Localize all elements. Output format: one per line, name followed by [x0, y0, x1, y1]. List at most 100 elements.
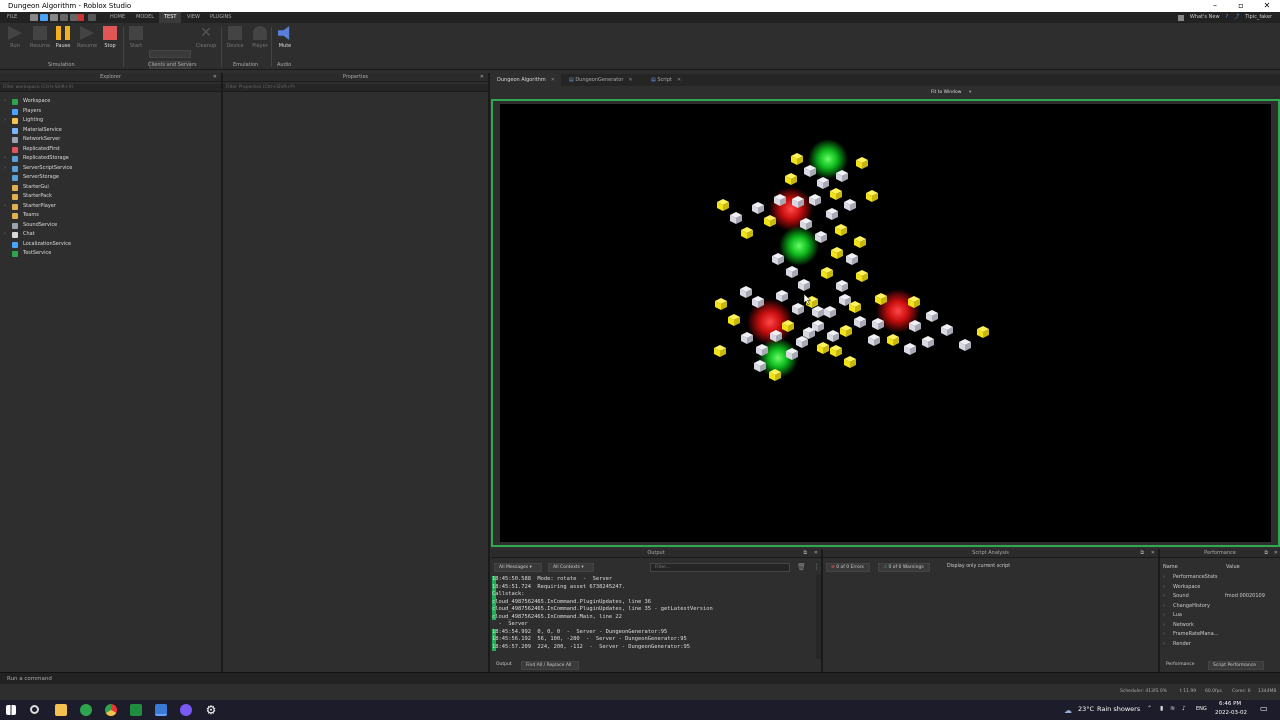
explorer-item[interactable]: › Lighting [0, 116, 221, 126]
menu-model[interactable]: MODEL [131, 12, 159, 23]
undo-icon[interactable] [88, 14, 96, 21]
notifications-icon[interactable]: ▭ [1260, 704, 1268, 713]
resume-button[interactable]: Resume [76, 26, 98, 49]
menu-file[interactable]: FILE [2, 12, 22, 23]
volume-icon[interactable]: ♪ [1182, 705, 1186, 712]
explorer-item[interactable]: StarterGui [0, 183, 221, 193]
username[interactable]: Tipic_faker [1245, 12, 1272, 23]
explorer-item[interactable]: ReplicatedFirst [0, 145, 221, 155]
pause-button[interactable]: Pause [52, 26, 74, 49]
maximize-button[interactable]: ▫ [1228, 0, 1254, 12]
menu-home[interactable]: HOME [105, 12, 130, 23]
explorer-item[interactable]: MaterialService [0, 126, 221, 136]
chrome-icon[interactable] [105, 704, 117, 716]
menu-test[interactable]: TEST [159, 12, 182, 23]
share-icon[interactable]: ⤴ [1234, 12, 1239, 23]
properties-filter[interactable]: Filter Properties (Ctrl+Shift+P) [223, 84, 488, 92]
expand-arrow-icon[interactable]: › [1163, 573, 1165, 583]
expand-arrow-icon[interactable]: › [1163, 640, 1165, 650]
all-messages-select[interactable]: All Messages ▾ [494, 563, 542, 572]
explorer-item[interactable]: Players [0, 107, 221, 117]
more-icon[interactable]: ⋮ [813, 563, 820, 571]
expand-arrow-icon[interactable]: › [4, 97, 6, 107]
performance-row[interactable]: › Sound fmod 00020109 [1163, 592, 1273, 602]
output-close-icon[interactable]: ✕ [814, 549, 818, 558]
stop-button[interactable]: Stop [99, 26, 121, 49]
performance-row[interactable]: › Lua [1163, 611, 1273, 621]
discord-icon[interactable] [180, 704, 192, 716]
windows-start-icon[interactable] [6, 705, 16, 715]
dock-icon[interactable]: ⧉ [1140, 549, 1144, 558]
tab-performance[interactable]: Performance [1162, 661, 1206, 670]
expand-arrow-icon[interactable]: › [4, 154, 6, 164]
script-analysis-close-icon[interactable]: ✕ [1151, 549, 1155, 558]
start-button[interactable]: Start [125, 26, 147, 49]
menu-view[interactable]: VIEW [182, 12, 205, 23]
explorer-item[interactable]: LocalizationService [0, 240, 221, 250]
expand-arrow-icon[interactable]: › [4, 116, 6, 126]
player-button[interactable]: Player [249, 26, 271, 49]
game-viewport[interactable] [491, 99, 1280, 547]
help-icon[interactable]: ? [1226, 12, 1229, 23]
panel-divider[interactable] [488, 73, 490, 672]
expand-arrow-icon[interactable]: › [1163, 592, 1165, 602]
expand-arrow-icon[interactable]: › [4, 202, 6, 212]
panel-divider[interactable] [221, 73, 223, 672]
trash-icon[interactable]: 🗑 [797, 563, 806, 571]
cleanup-button[interactable]: ✕ Cleanup [195, 26, 217, 49]
explorer-close-icon[interactable]: ✕ [213, 73, 217, 82]
errors-filter[interactable]: ⊗ 0 of 0 Errors [826, 563, 870, 572]
expand-arrow-icon[interactable]: › [1163, 583, 1165, 593]
expand-arrow-icon[interactable]: › [1163, 630, 1165, 640]
run-button[interactable]: Run [4, 26, 26, 49]
close-icon[interactable]: ✕ [677, 77, 681, 83]
explorer-filter[interactable]: Filter workspace (Ctrl+Shift+X) [0, 84, 221, 92]
fit-to-window-select[interactable]: Fit to Window [931, 86, 961, 99]
server-select[interactable] [149, 50, 191, 58]
tab-dungeon-generator[interactable]: ▤ DungeonGenerator ✕ [563, 74, 643, 86]
tab-script-performance[interactable]: Script Performance [1208, 661, 1264, 670]
explorer-item[interactable]: ServerStorage [0, 173, 221, 183]
cut-icon[interactable] [70, 14, 78, 21]
roblox-studio-icon[interactable] [155, 704, 167, 716]
close-icon[interactable]: ✕ [628, 77, 632, 83]
explorer-item[interactable]: SoundService [0, 221, 221, 231]
expand-arrow-icon[interactable]: › [4, 230, 6, 240]
properties-close-icon[interactable]: ✕ [480, 73, 484, 82]
panel-divider[interactable] [821, 549, 823, 672]
output-filter-input[interactable]: Filter... [650, 563, 790, 572]
command-bar[interactable]: Run a command [0, 672, 1280, 684]
current-script-toggle[interactable]: Display only current script [947, 564, 1010, 569]
explorer-item[interactable]: TestService [0, 249, 221, 259]
sheets-icon[interactable] [130, 704, 142, 716]
expand-arrow-icon[interactable]: › [1163, 602, 1165, 612]
tab-find-replace[interactable]: Find All / Replace All [521, 661, 579, 670]
explorer-item[interactable]: StarterPack [0, 192, 221, 202]
save-icon[interactable] [50, 14, 58, 21]
explorer-item[interactable]: NetworkServer [0, 135, 221, 145]
warnings-filter[interactable]: ⚠ 0 of 0 Warnings [878, 563, 930, 572]
explorer-item[interactable]: Teams [0, 211, 221, 221]
performance-row[interactable]: › ChangeHistory [1163, 602, 1273, 612]
explorer-item[interactable]: › ReplicatedStorage [0, 154, 221, 164]
expand-arrow-icon[interactable]: › [1163, 611, 1165, 621]
dock-icon[interactable]: ⧉ [803, 549, 807, 558]
performance-row[interactable]: › Render [1163, 640, 1273, 650]
spotify-icon[interactable] [80, 704, 92, 716]
settings-gear-icon[interactable]: ⚙ [205, 704, 217, 716]
all-contexts-select[interactable]: All Contexts ▾ [548, 563, 594, 572]
file-explorer-icon[interactable] [55, 704, 67, 716]
performance-row[interactable]: › Workspace [1163, 583, 1273, 593]
weather-temp[interactable]: 23°C [1078, 705, 1094, 713]
tab-dungeon-algorithm[interactable]: Dungeon Algorithm ✕ [491, 74, 561, 86]
expand-arrow-icon[interactable]: › [1163, 621, 1165, 631]
clock-time[interactable]: 6:46 PM [1219, 701, 1241, 707]
clock-date[interactable]: 2022-03-02 [1215, 710, 1247, 716]
mute-button[interactable]: Mute [274, 26, 296, 49]
command-input[interactable]: Run a command [7, 676, 52, 682]
stop-icon[interactable] [78, 14, 84, 21]
device-button[interactable]: Device [224, 26, 246, 49]
explorer-item[interactable]: › Workspace [0, 97, 221, 107]
open-icon[interactable] [40, 14, 48, 21]
resume-client-button[interactable]: Resume [29, 26, 51, 49]
